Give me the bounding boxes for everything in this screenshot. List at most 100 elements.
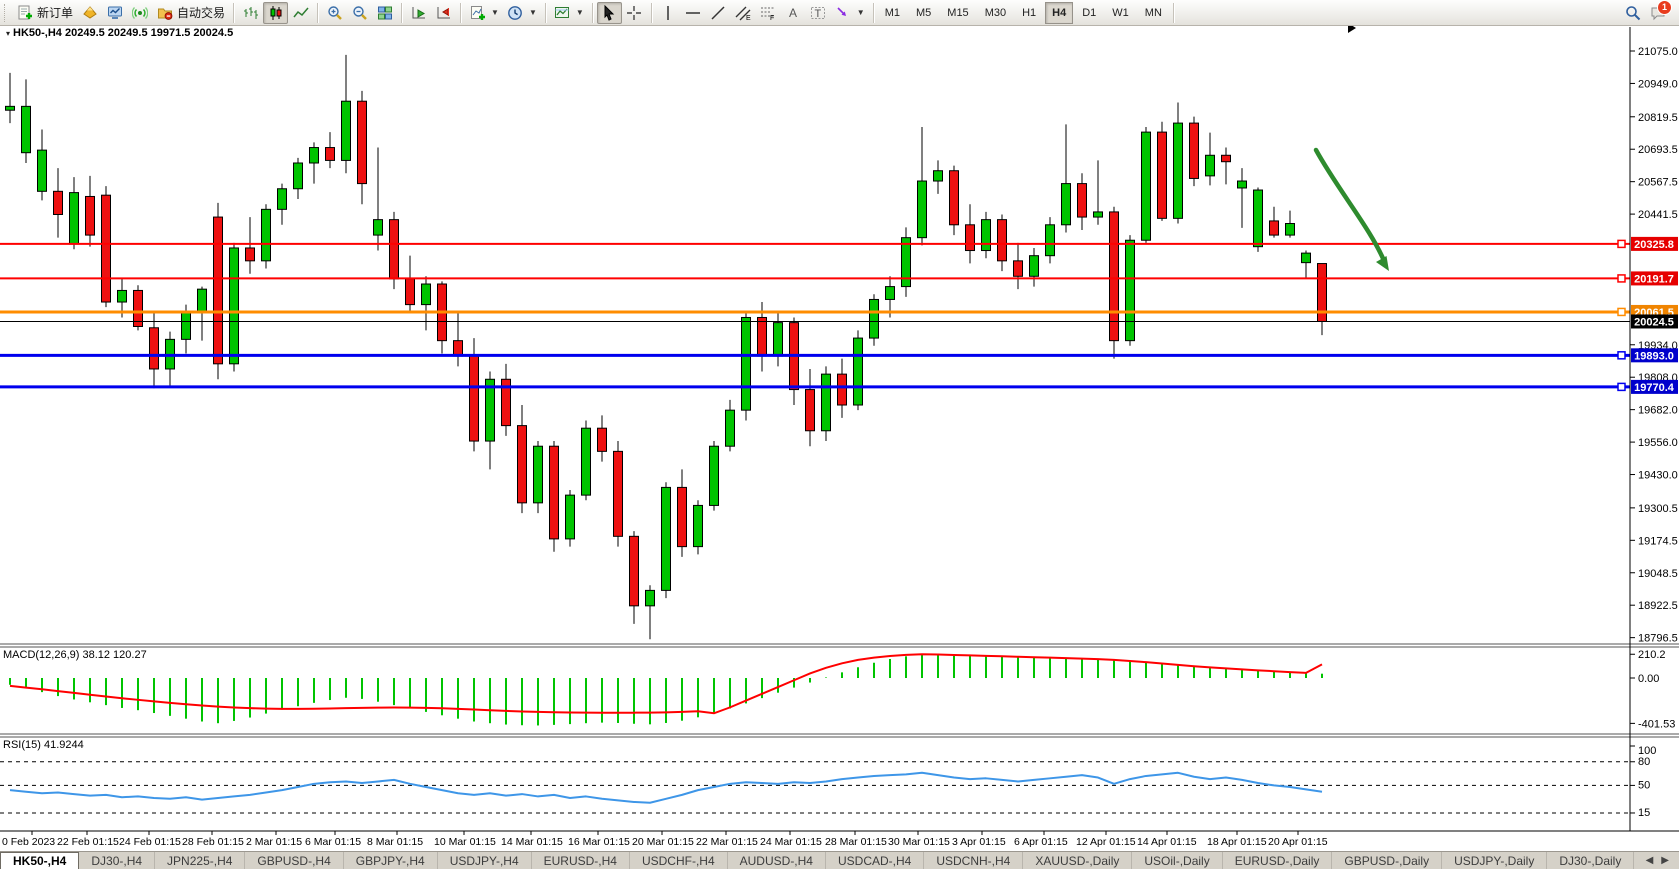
- gold-icon: [81, 4, 98, 21]
- candle-up: [230, 248, 239, 364]
- chart-tab-usdchf-h4[interactable]: USDCHF-,H4: [630, 852, 728, 869]
- candle-up: [118, 290, 127, 302]
- timeframe-w1-button[interactable]: W1: [1105, 2, 1136, 24]
- chart-tab-xauusd-daily[interactable]: XAUUSD-,Daily: [1023, 852, 1132, 869]
- candle-up: [1062, 184, 1071, 225]
- candle-up: [294, 163, 303, 189]
- chart-tab-dj30-daily[interactable]: DJ30-,Daily: [1547, 852, 1634, 869]
- candle-down: [470, 356, 479, 441]
- price-tick-label: 19300.5: [1638, 503, 1678, 515]
- trendline-icon: [710, 4, 727, 21]
- candle-down: [454, 341, 463, 356]
- price-badge-label: 19893.0: [1634, 350, 1674, 362]
- vertical-line-tool-button[interactable]: [656, 2, 681, 24]
- candle-down: [406, 279, 415, 305]
- trendline-tool-button[interactable]: [706, 2, 731, 24]
- text-label-tool-button[interactable]: T: [806, 2, 831, 24]
- tabs-scroll-left-icon[interactable]: ◀: [1646, 855, 1654, 866]
- chart-tab-gbpusd-daily[interactable]: GBPUSD-,Daily: [1332, 852, 1442, 869]
- arrows-tool-button[interactable]: ▼: [831, 2, 869, 24]
- price-tick-label: 20693.5: [1638, 144, 1678, 156]
- timeframe-m30-button[interactable]: M30: [978, 2, 1013, 24]
- hline-handle[interactable]: [1618, 275, 1625, 282]
- templates-button[interactable]: ▼: [550, 2, 588, 24]
- timeframe-d1-button[interactable]: D1: [1075, 2, 1103, 24]
- monitor-icon: [106, 4, 123, 21]
- time-axis[interactable]: [0, 832, 1679, 851]
- hline-handle[interactable]: [1618, 352, 1625, 359]
- candle-up: [1094, 212, 1103, 217]
- chart-tab-usdjpy-daily[interactable]: USDJPY-,Daily: [1442, 852, 1547, 869]
- chart-tab-usdcad-h4[interactable]: USDCAD-,H4: [826, 852, 924, 869]
- chart-tab-usdjpy-h4[interactable]: USDJPY-,H4: [438, 852, 532, 869]
- chart-tab-eurusd-h4[interactable]: EURUSD-,H4: [532, 852, 630, 869]
- toolbar-separator: [651, 3, 652, 23]
- chart-tab-audusd-h4[interactable]: AUDUSD-,H4: [728, 852, 826, 869]
- chart-tab-gbpjpy-h4[interactable]: GBPJPY-,H4: [344, 852, 438, 869]
- crosshair-tool-button[interactable]: [622, 2, 647, 24]
- bar-chart-button[interactable]: [238, 2, 263, 24]
- auto-scroll-button[interactable]: [406, 2, 431, 24]
- candle-down: [518, 426, 527, 503]
- chart-shift-icon: [435, 4, 452, 21]
- chart-tab-gbpusd-h4[interactable]: GBPUSD-,H4: [245, 852, 343, 869]
- autotrading-button[interactable]: 自动交易: [152, 2, 229, 24]
- toolbar-separator: [545, 3, 546, 23]
- market-watch-button[interactable]: [77, 2, 102, 24]
- indicators-button[interactable]: ▼: [465, 2, 503, 24]
- chart-canvas[interactable]: 21075.020949.020819.520693.520567.520441…: [0, 0, 1679, 851]
- candle-down: [630, 536, 639, 606]
- hline-handle[interactable]: [1618, 383, 1625, 390]
- dropdown-caret: ▼: [576, 8, 584, 17]
- dropdown-caret: ▼: [857, 8, 865, 17]
- timeframe-group: M1M5M15M30H1H4D1W1MN: [878, 2, 1169, 24]
- chart-tab-jpn225-h4[interactable]: JPN225-,H4: [155, 852, 245, 869]
- chart-tab-dj30-h4[interactable]: DJ30-,H4: [79, 852, 155, 869]
- text-tool-button[interactable]: A: [781, 2, 806, 24]
- rsi-tick-label: 15: [1638, 807, 1650, 819]
- chart-tab-hk50-h4[interactable]: HK50-,H4: [0, 852, 79, 869]
- tabs-scroll-right-icon[interactable]: ▶: [1661, 855, 1669, 866]
- candle-up: [934, 171, 943, 181]
- candle-down: [758, 317, 767, 356]
- timeframe-m1-button[interactable]: M1: [878, 2, 907, 24]
- fibonacci-tool-button[interactable]: F: [756, 2, 781, 24]
- timeframe-m5-button[interactable]: M5: [909, 2, 938, 24]
- terminal-button[interactable]: [102, 2, 127, 24]
- search-button[interactable]: [1620, 2, 1645, 24]
- cursor-tool-button[interactable]: [597, 2, 622, 24]
- zoom-in-button[interactable]: [322, 2, 347, 24]
- chart-tab-usdcnh-h4[interactable]: USDCNH-,H4: [924, 852, 1023, 869]
- templates-icon: [554, 4, 571, 21]
- candle-up: [262, 209, 271, 260]
- chart-tab-eurusd-daily[interactable]: EURUSD-,Daily: [1223, 852, 1333, 869]
- line-chart-button[interactable]: [288, 2, 313, 24]
- notifications-button[interactable]: 1: [1645, 2, 1670, 24]
- svg-text:T: T: [815, 8, 822, 20]
- timeframe-m15-button[interactable]: M15: [940, 2, 975, 24]
- horizontal-line-icon: [685, 4, 702, 21]
- main-toolbar: 新订单 自动交易: [0, 0, 1679, 26]
- fibonacci-icon: F: [760, 4, 777, 21]
- new-order-button[interactable]: 新订单: [12, 2, 77, 24]
- hline-handle[interactable]: [1618, 308, 1625, 315]
- chart-tab-usoil-daily[interactable]: USOil-,Daily: [1132, 852, 1222, 869]
- toolbar-drag-handle[interactable]: [4, 4, 9, 22]
- trend-arrow[interactable]: [1316, 150, 1385, 263]
- candlestick-chart-button[interactable]: [263, 2, 288, 24]
- mt4-terminal: { "window": {"notification_badge": "1"},…: [0, 0, 1679, 869]
- hline-handle[interactable]: [1618, 240, 1625, 247]
- horizontal-line-tool-button[interactable]: [681, 2, 706, 24]
- zoom-out-button[interactable]: [347, 2, 372, 24]
- timeframe-h1-button[interactable]: H1: [1015, 2, 1043, 24]
- timeframe-h4-button[interactable]: H4: [1045, 2, 1073, 24]
- tile-windows-button[interactable]: [372, 2, 397, 24]
- timeframe-mn-button[interactable]: MN: [1138, 2, 1169, 24]
- periods-button[interactable]: ▼: [503, 2, 541, 24]
- chart-shift-button[interactable]: [431, 2, 456, 24]
- collapse-triangle-icon[interactable]: ▾: [6, 29, 10, 38]
- signals-button[interactable]: [127, 2, 152, 24]
- candle-down: [1222, 155, 1231, 161]
- price-badge-label: 19770.4: [1634, 382, 1675, 394]
- channel-tool-button[interactable]: E: [731, 2, 756, 24]
